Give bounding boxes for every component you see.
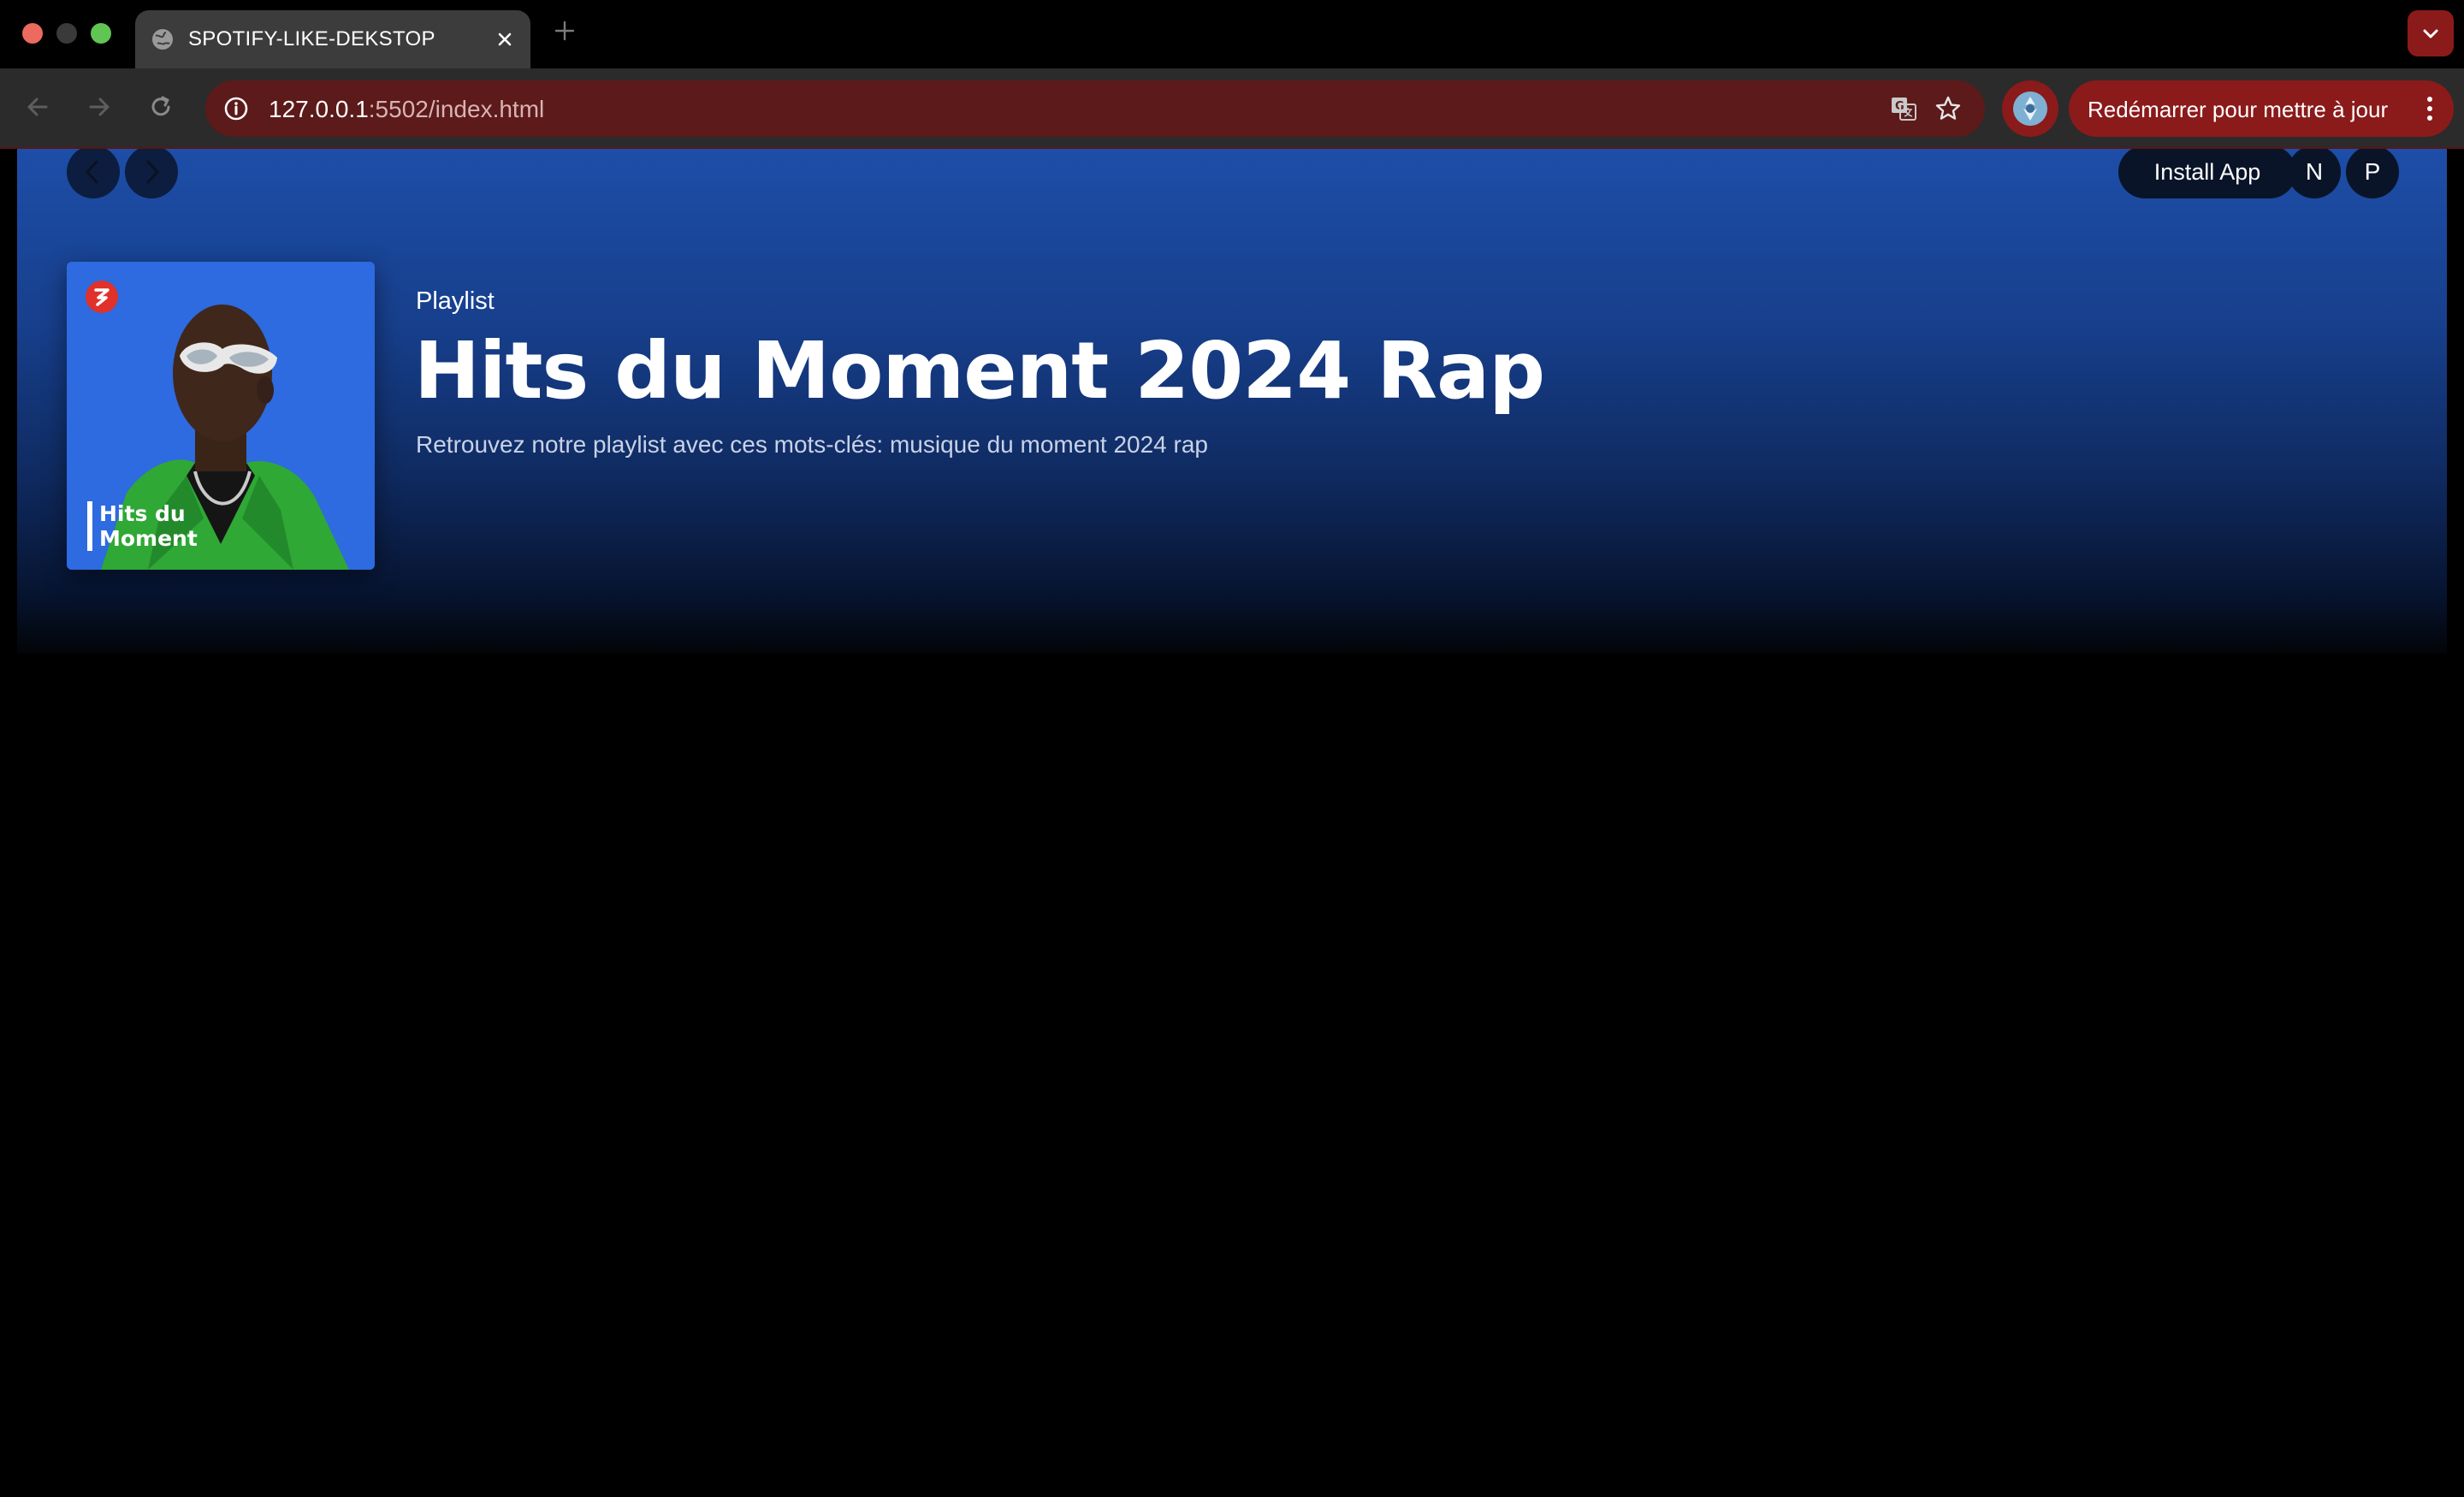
translate-icon[interactable]: G [1889, 94, 1918, 123]
back-arrow-icon[interactable] [22, 92, 53, 122]
avatar [2013, 92, 2047, 126]
globe-icon [152, 29, 173, 50]
update-label: Redémarrer pour mettre à jour [2088, 97, 2389, 122]
history-forward-button[interactable] [125, 149, 178, 198]
forward-arrow-icon[interactable] [84, 92, 115, 122]
window-minimize-button[interactable] [56, 23, 77, 44]
site-info-icon[interactable] [222, 95, 250, 122]
install-app-button[interactable]: Install App [2118, 149, 2296, 198]
window-close-button[interactable] [22, 23, 43, 44]
chevron-left-icon [86, 160, 98, 184]
cover-caption: Hits du Moment [87, 501, 198, 551]
address-bar[interactable]: 127.0.0.1:5502/index.html G [205, 80, 1985, 137]
close-icon[interactable] [493, 27, 517, 51]
playlist-type-label: Playlist [416, 287, 495, 315]
tab-search-button[interactable] [2408, 10, 2454, 56]
url-host: 127.0.0.1 [269, 96, 369, 122]
brand-badge-icon [86, 281, 118, 313]
cover-caption-line-2: Moment [99, 526, 198, 551]
restart-to-update-button[interactable]: Redémarrer pour mettre à jour [2069, 80, 2454, 137]
chevron-down-icon [2423, 29, 2438, 38]
chevron-right-icon [146, 160, 159, 184]
playlist-description: Retrouvez notre playlist avec ces mots-c… [416, 431, 1208, 458]
playlist-title: Hits du Moment 2024 Rap [414, 325, 1545, 417]
new-tab-icon[interactable] [553, 19, 577, 43]
window-zoom-button[interactable] [91, 23, 111, 44]
browser-tab[interactable]: SPOTIFY-LIKE-DEKSTOP [135, 10, 530, 68]
browser-tab-strip: SPOTIFY-LIKE-DEKSTOP [0, 0, 2464, 68]
profile-button[interactable] [2002, 80, 2058, 137]
menu-dots-icon[interactable] [2425, 95, 2435, 122]
tab-title: SPOTIFY-LIKE-DEKSTOP [188, 27, 435, 50]
bookmark-star-icon[interactable] [1934, 94, 1963, 123]
page-viewport: Install App N P Hits du Moment Playlist … [0, 149, 2464, 1497]
history-back-button[interactable] [67, 149, 120, 198]
url-path: :5502/index.html [368, 96, 545, 122]
playlist-cover: Hits du Moment [67, 262, 375, 570]
url-text: 127.0.0.1:5502/index.html [269, 96, 544, 123]
user-avatar-p[interactable]: P [2346, 149, 2399, 198]
reload-icon[interactable] [145, 92, 176, 122]
cover-caption-line-1: Hits du [99, 501, 186, 526]
user-avatar-n[interactable]: N [2288, 149, 2341, 198]
browser-toolbar: 127.0.0.1:5502/index.html G Redémarrer p… [0, 68, 2464, 149]
playlist-hero: Install App N P Hits du Moment Playlist … [17, 149, 2447, 654]
